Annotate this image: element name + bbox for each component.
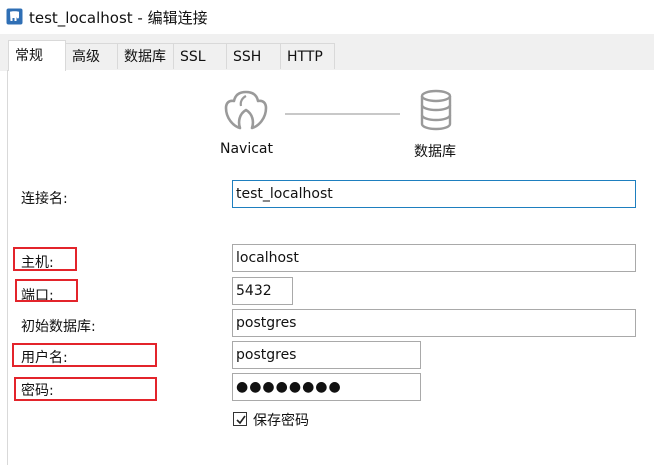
port-input[interactable]: [232, 277, 293, 305]
tab-http[interactable]: HTTP: [280, 43, 335, 69]
username-highlight-box: [12, 343, 157, 367]
initial-database-label: 初始数据库:: [21, 319, 96, 335]
port-highlight-box: [15, 279, 78, 302]
username-input[interactable]: [232, 341, 421, 369]
save-password-label: 保存密码: [253, 413, 309, 429]
navicat-caption: Navicat: [220, 141, 273, 157]
tab-general[interactable]: 常规: [8, 40, 66, 71]
window-title: test_localhost - 编辑连接: [29, 9, 208, 27]
password-input[interactable]: ●●●●●●●●: [232, 373, 421, 401]
checkmark-icon: [236, 415, 246, 425]
tab-advanced[interactable]: 高级: [65, 43, 118, 69]
tab-databases[interactable]: 数据库: [117, 43, 174, 69]
password-highlight-box: [14, 377, 157, 401]
save-password-checkbox[interactable]: [233, 412, 247, 426]
host-highlight-box: [13, 247, 77, 271]
navicat-logo-icon: [224, 90, 268, 130]
connection-name-input[interactable]: [232, 180, 636, 208]
tab-ssh[interactable]: SSH: [226, 43, 281, 69]
database-icon: [420, 89, 452, 131]
database-caption: 数据库: [414, 144, 456, 160]
tab-ssl[interactable]: SSL: [173, 43, 227, 69]
elephant-app-icon: [6, 8, 23, 25]
connection-name-label: 连接名:: [21, 191, 68, 207]
title-bar: test_localhost - 编辑连接: [0, 0, 654, 34]
connection-line: [285, 113, 400, 115]
initial-database-input[interactable]: [232, 309, 636, 337]
host-input[interactable]: [232, 244, 636, 272]
